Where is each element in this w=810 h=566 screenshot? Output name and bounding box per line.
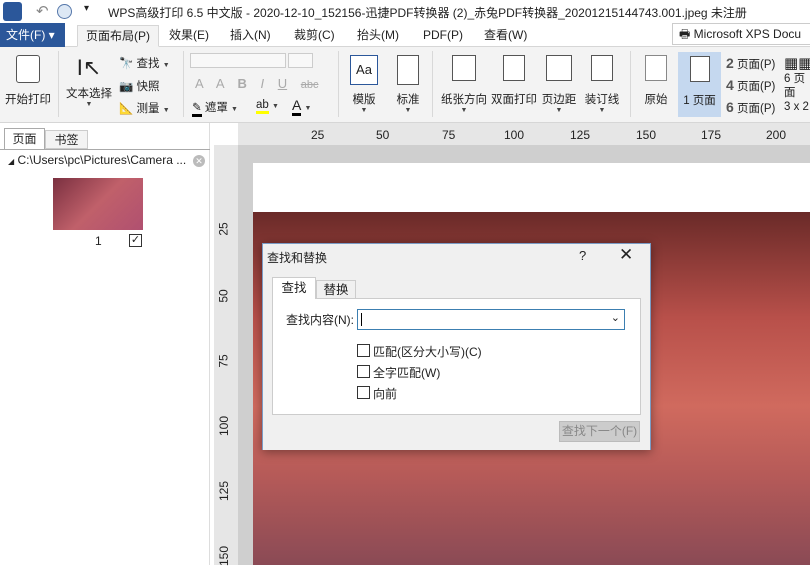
underline-button[interactable]: U — [278, 76, 287, 91]
vertical-ruler: 25 50 75 100 125 150 — [214, 145, 238, 566]
tab-replace[interactable]: 替换 — [316, 280, 356, 299]
page-checkbox[interactable]: ✓ — [129, 234, 142, 247]
close-icon[interactable]: ✕ — [619, 245, 633, 265]
circle-icon[interactable] — [57, 4, 72, 19]
grow-font-button[interactable]: A — [195, 76, 203, 91]
close-file-icon[interactable]: ✕ — [193, 155, 205, 167]
printer-icon: 🖶 — [679, 27, 691, 41]
app-icon — [3, 2, 22, 21]
left-panel: 页面 书签 ◢ C:\Users\pc\Pictures\Camera ... … — [0, 123, 210, 565]
original-size-icon — [645, 55, 667, 81]
tab-insert[interactable]: 插入(N) — [222, 25, 279, 47]
font-color-icon: A — [292, 97, 302, 116]
tab-crop[interactable]: 裁剪(C) — [286, 25, 343, 47]
match-case-label: 匹配(区分大小写)(C) — [373, 345, 482, 359]
tab-pdf[interactable]: PDF(P) — [415, 25, 471, 47]
page-number: 1 — [95, 234, 102, 248]
two-page-button[interactable]: 2 页面(P) — [726, 55, 775, 72]
binoculars-icon: 🔭 — [119, 58, 134, 70]
grid-layout-button[interactable]: ▦▦ 6 页面 3 x 2 — [784, 55, 810, 114]
template-icon: Aa — [350, 55, 378, 85]
mask-button[interactable]: ✎ 遮罩 ▼ — [192, 99, 238, 117]
bold-button[interactable]: B — [237, 76, 246, 91]
binding-button[interactable]: 装订线 ▼ — [583, 55, 621, 114]
tab-bookmarks[interactable]: 书签 — [45, 130, 88, 149]
grid-icon: ▦▦ — [784, 55, 810, 72]
shrink-font-button[interactable]: A — [216, 76, 224, 91]
six-page-button[interactable]: 6 页面(P) — [726, 99, 775, 116]
margin-icon — [546, 55, 572, 81]
find-input[interactable]: ⌄ — [357, 309, 625, 330]
search-backward-label: 向前 — [373, 387, 398, 401]
binding-icon — [591, 55, 613, 81]
highlighter-icon: ab — [256, 99, 269, 114]
search-backward-checkbox[interactable] — [357, 386, 370, 399]
chevron-down-icon[interactable]: ⌄ — [611, 311, 620, 324]
template-button[interactable]: Aa 模版 ▼ — [345, 55, 383, 114]
ribbon: 开始打印 I↖ 文本选择 ▼ 🔭 查找 ▼ 📷 快照 📐 测量 ▼ A A B I… — [0, 47, 810, 123]
whole-word-label: 全字匹配(W) — [373, 366, 441, 380]
menu-tabs: 文件(F) ▾ 页面布局(P) 效果(E) 插入(N) 裁剪(C) 抬头(M) … — [0, 23, 810, 47]
duplex-print-button[interactable]: 双面打印 — [490, 55, 538, 107]
single-page-icon — [689, 56, 710, 82]
font-name-select[interactable] — [190, 53, 286, 68]
standard-button[interactable]: 标准 ▼ — [390, 55, 426, 114]
undo-icon[interactable]: ↶ — [36, 2, 49, 20]
italic-button[interactable]: I — [260, 76, 264, 91]
ruler-icon: 📐 — [119, 103, 134, 115]
orientation-icon — [452, 55, 476, 81]
cursor-icon: I↖ — [76, 55, 102, 80]
horizontal-ruler: 25 50 75 100 125 150 175 200 — [238, 123, 810, 145]
help-button[interactable]: ? — [579, 248, 586, 263]
find-button[interactable]: 🔭 查找 ▼ — [119, 55, 170, 71]
highlight-button[interactable]: ab ▼ — [256, 99, 279, 114]
match-case-checkbox[interactable] — [357, 344, 370, 357]
title-bar: ↶ ▾ WPS高级打印 6.5 中文版 - 2020-12-10_152156-… — [0, 0, 810, 23]
document-icon — [397, 55, 419, 85]
find-replace-dialog: 查找和替换 ? ✕ 查找 替换 查找内容(N): ⌄ 匹配(区分大小写)(C) … — [262, 243, 651, 450]
original-button[interactable]: 原始 — [638, 55, 674, 107]
paper-direction-button[interactable]: 纸张方向 ▼ — [440, 55, 488, 114]
whole-word-checkbox[interactable] — [357, 365, 370, 378]
find-label: 查找内容(N): — [286, 313, 354, 327]
measure-button[interactable]: 📐 测量 ▼ — [119, 100, 170, 116]
eraser-icon: ✎ — [192, 102, 202, 117]
margin-button[interactable]: 页边距 ▼ — [540, 55, 578, 114]
font-size-select[interactable] — [288, 53, 313, 68]
text-select-button[interactable]: I↖ 文本选择 ▼ — [65, 55, 113, 108]
start-print-button[interactable]: 开始打印 — [5, 55, 51, 107]
file-menu[interactable]: 文件(F) ▾ — [0, 23, 65, 47]
printer-select[interactable]: 🖶 Microsoft XPS Docu — [672, 23, 810, 45]
window-title: WPS高级打印 6.5 中文版 - 2020-12-10_152156-迅捷PD… — [108, 6, 747, 20]
strike-button[interactable]: abc — [301, 79, 319, 91]
find-next-button[interactable]: 查找下一个(F) — [559, 421, 640, 442]
tab-view[interactable]: 查看(W) — [476, 25, 535, 47]
quick-access-menu[interactable]: ▾ — [84, 3, 89, 14]
four-page-button[interactable]: 4 页面(P) — [726, 77, 775, 94]
duplex-icon — [503, 55, 525, 81]
printer-icon — [16, 55, 40, 83]
dialog-title: 查找和替换 — [267, 251, 328, 265]
tab-page-layout[interactable]: 页面布局(P) — [77, 25, 159, 47]
page-thumbnail[interactable] — [53, 178, 143, 230]
tab-find[interactable]: 查找 — [272, 277, 316, 299]
font-format-group: A A B I U abc — [195, 76, 319, 91]
camera-icon: 📷 — [119, 81, 134, 93]
one-page-button[interactable]: 1 页面 — [678, 52, 721, 117]
file-tree-node[interactable]: ◢ C:\Users\pc\Pictures\Camera ... — [8, 153, 186, 167]
tab-effects[interactable]: 效果(E) — [161, 25, 217, 47]
snapshot-button[interactable]: 📷 快照 — [119, 78, 160, 94]
tab-pages[interactable]: 页面 — [4, 128, 45, 149]
tab-header[interactable]: 抬头(M) — [349, 25, 407, 47]
font-color-button[interactable]: A ▼ — [292, 97, 311, 116]
expand-icon[interactable]: ◢ — [8, 157, 14, 166]
